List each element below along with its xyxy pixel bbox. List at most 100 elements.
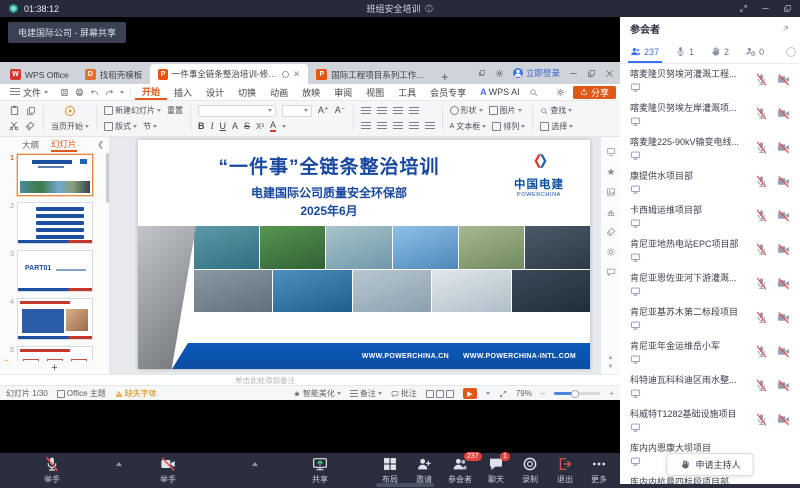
mic-muted-icon[interactable] [755,413,768,426]
expand-window-icon[interactable] [739,4,748,13]
mic-muted-icon[interactable] [755,277,768,290]
mic-muted-icon[interactable] [755,379,768,392]
menu-tab-审阅[interactable]: 审阅 [327,84,359,100]
notes-button[interactable]: 备注 [350,388,382,399]
participant-row[interactable]: 喀麦隆贝努埃河灌溉工程... [620,64,800,98]
menu-tab-设计[interactable]: 设计 [199,84,231,100]
participant-row[interactable]: 卡西姆运维项目部 [620,200,800,234]
new-slide-button[interactable]: 新建幻灯片 [104,105,161,116]
indent-increase-icon[interactable] [409,107,419,115]
info-icon[interactable] [425,4,434,13]
outline-tab[interactable]: 大纲 [22,139,39,151]
participant-row[interactable]: 康提供水项目部 [620,166,800,200]
search-icon[interactable] [529,88,538,97]
undo-icon[interactable] [90,88,99,97]
slides-icon[interactable] [606,147,616,157]
font-color-button[interactable]: A [270,120,276,132]
collapse-panel-icon[interactable]: ❮ [97,140,104,149]
zoom-in-button[interactable]: + [609,389,614,398]
slides-tab[interactable]: 幻灯片 [51,138,77,152]
brush-icon[interactable] [606,227,616,237]
mic-muted-icon[interactable] [755,209,768,222]
camera-off-icon[interactable] [777,379,790,392]
docer-tab[interactable]: D 找稻壳模板 [77,65,151,84]
camera-off-icon[interactable] [777,243,790,256]
participant-row[interactable]: 喀麦隆225-90kV输变电线... [620,132,800,166]
menu-tab-放映[interactable]: 放映 [295,84,327,100]
reset-button[interactable]: 重置 [167,105,183,116]
scroll-up-icon[interactable]: ▲ [608,355,614,361]
count-hand[interactable]: 2 [710,46,729,57]
align-left-icon[interactable] [361,122,371,130]
camera-off-icon[interactable] [777,209,790,222]
mic-muted-icon[interactable] [755,243,768,256]
new-tab-button[interactable]: + [435,70,454,84]
italic-button[interactable]: I [211,121,214,131]
login-button[interactable]: 立即登录 [513,67,560,79]
wps-minimize-icon[interactable] [569,69,578,78]
camera-off-icon[interactable] [777,413,790,426]
play-from-page-button[interactable]: 当页开始 [51,121,89,132]
font-name-select[interactable] [198,105,276,117]
slide-thumbnail-3[interactable]: 3PART01 [0,250,109,292]
toolbar-更多-button[interactable]: 更多 [577,456,621,485]
textbox-button[interactable]: A文本框 [450,121,487,132]
comments-button[interactable]: 批注 [391,388,417,399]
menu-tab-动画[interactable]: 动画 [263,84,295,100]
participant-row[interactable]: 科特迪瓦科科迪区雨水整... [620,370,800,404]
strikethrough-button[interactable]: S [244,121,250,131]
camera-off-icon[interactable] [777,73,790,86]
camera-off-icon[interactable] [777,175,790,188]
toolbar-share-screen-button[interactable]: 共享 [298,456,342,485]
scroll-down-icon[interactable]: ▼ [608,364,614,370]
justify-icon[interactable] [409,122,419,130]
participant-row[interactable]: 肯尼亚基苏木第二标段项目 [620,302,800,336]
camera-off-icon[interactable] [777,311,790,324]
decrease-font-button[interactable]: A⁻ [335,105,346,116]
play-from-page-icon[interactable] [64,105,76,117]
settings-icon[interactable] [495,69,504,78]
comment-icon[interactable] [606,267,616,277]
help-icon[interactable] [556,88,565,97]
chart-icon[interactable] [606,207,616,217]
document-tab-2[interactable]: P 国际工程项目系列工作标准应用培训 [308,65,435,84]
picture-button[interactable]: 图片 [489,105,522,116]
participant-row[interactable]: 科威特T1282基础设施项目 [620,404,800,438]
star-icon[interactable] [606,167,616,177]
align-right-icon[interactable] [393,122,403,130]
reading-view-icon[interactable] [446,390,454,398]
format-painter-icon[interactable] [25,121,35,131]
mic-muted-icon[interactable] [755,345,768,358]
participant-row[interactable]: 喀麦隆贝努埃左岸灌溉项... [620,98,800,132]
gear-icon[interactable] [606,247,616,257]
zoom-out-button[interactable]: – [541,389,545,398]
select-button[interactable]: 选择 [540,121,573,132]
save-icon[interactable] [60,88,69,97]
count-people[interactable]: 237 [630,46,659,57]
document-tab-active[interactable]: P 一件事全链条整治培训-修改.pptx ✕ [150,64,308,84]
slide-thumbnail-4[interactable]: 4 [0,298,109,340]
close-tab-icon[interactable]: ✕ [293,70,301,79]
pop-out-icon[interactable] [781,24,790,33]
redo-icon[interactable] [105,88,114,97]
number-list-icon[interactable] [377,107,387,115]
mic-muted-icon[interactable] [755,311,768,324]
slide-thumbnail-2[interactable]: 2 [0,202,109,244]
participant-row[interactable]: 肯尼亚年金运维岳小军 [620,336,800,370]
print-icon[interactable] [75,88,84,97]
camera-off-icon[interactable] [777,141,790,154]
underline-button[interactable]: U [220,121,227,131]
copy-icon[interactable] [26,106,36,116]
menu-tab-工具[interactable]: 工具 [391,84,423,100]
caret-up-icon[interactable] [116,462,122,466]
participant-row[interactable]: 肯尼亚地热电站EPC项目部 [620,234,800,268]
camera-off-icon[interactable] [777,277,790,290]
align-center-icon[interactable] [377,122,387,130]
layout-button[interactable]: 版式 [104,121,137,132]
camera-off-icon[interactable] [777,345,790,358]
wps-restore-icon[interactable] [587,69,596,78]
bullet-list-icon[interactable] [361,107,371,115]
notes-area[interactable]: 单击此处添加备注 [0,374,620,385]
menu-tab-切换[interactable]: 切换 [231,84,263,100]
menu-tab-视图[interactable]: 视图 [359,84,391,100]
